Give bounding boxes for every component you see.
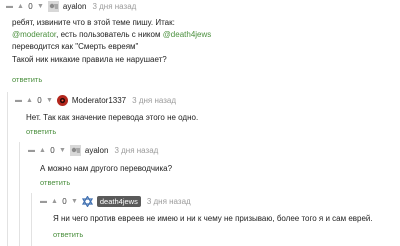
- comment-header: ▬ ▲ 0 ▼ Moderator1337 3 дня назад: [15, 94, 176, 106]
- collapse-icon[interactable]: ▬: [40, 198, 47, 205]
- reply-link[interactable]: ответить: [53, 230, 83, 239]
- comment-text: Нет. Так как значение перевода этого не …: [26, 113, 199, 122]
- comment-text: А можно нам другого переводчика?: [40, 164, 173, 173]
- collapse-icon[interactable]: ▬: [6, 3, 13, 10]
- avatar[interactable]: [69, 144, 81, 156]
- reply-link[interactable]: ответить: [12, 75, 42, 84]
- downvote-arrow-icon[interactable]: ▼: [46, 97, 53, 104]
- reply-link[interactable]: ответить: [26, 127, 56, 136]
- vote-count: 0: [37, 95, 42, 105]
- vote-count: 0: [62, 196, 67, 206]
- vote-count: 0: [28, 1, 33, 11]
- comment-line: ребят, извините что в этой теме пишу. Ит…: [12, 18, 175, 27]
- comment-time[interactable]: 3 дня назад: [92, 2, 136, 11]
- author-name[interactable]: ayalon: [63, 2, 87, 11]
- comment-header: ▬ ▲ 0 ▼ death4jews 3 дня назад: [40, 195, 191, 207]
- upvote-arrow-icon[interactable]: ▲: [51, 198, 58, 205]
- comment-line: переводится как "Смерть евреям": [12, 42, 139, 52]
- avatar[interactable]: [47, 0, 59, 12]
- comment-time[interactable]: 3 дня назад: [132, 96, 176, 105]
- author-name[interactable]: ayalon: [85, 146, 109, 155]
- downvote-arrow-icon[interactable]: ▼: [71, 198, 78, 205]
- comment-line-text: , есть пользователь с ником: [56, 30, 163, 40]
- collapse-icon[interactable]: ▬: [15, 97, 22, 104]
- mention-link[interactable]: @death4jews: [163, 30, 212, 39]
- vote-count: 0: [50, 145, 55, 155]
- comment-text: ребят, извините что в этой теме пишу. Ит…: [12, 17, 211, 66]
- comment-header: ▬ ▲ 0 ▼ ayalon 3 дня назад: [6, 0, 136, 12]
- avatar[interactable]: [81, 195, 93, 207]
- comment-time[interactable]: 3 дня назад: [147, 197, 191, 206]
- comment-header: ▬ ▲ 0 ▼ ayalon 3 дня назад: [28, 144, 158, 156]
- downvote-arrow-icon[interactable]: ▼: [37, 3, 44, 10]
- comment-text: Я ни чего против евреев не имею и ни к ч…: [53, 214, 373, 223]
- avatar[interactable]: [56, 94, 68, 106]
- upvote-arrow-icon[interactable]: ▲: [39, 147, 46, 154]
- author-name[interactable]: death4jews: [96, 195, 141, 207]
- thread-line: [31, 193, 32, 246]
- upvote-arrow-icon[interactable]: ▲: [26, 97, 33, 104]
- comment-line: @moderator, есть пользователь с ником @d…: [12, 29, 211, 41]
- reply-link[interactable]: ответить: [40, 178, 70, 187]
- thread-line: [7, 92, 8, 246]
- comment-time[interactable]: 3 дня назад: [114, 146, 158, 155]
- upvote-arrow-icon[interactable]: ▲: [17, 3, 24, 10]
- comment-line: Такой ник никакие правила не нарушает?: [12, 54, 167, 64]
- thread-line: [19, 142, 20, 246]
- collapse-icon[interactable]: ▬: [28, 147, 35, 154]
- mention-link[interactable]: @moderator: [12, 30, 56, 39]
- downvote-arrow-icon[interactable]: ▼: [59, 147, 66, 154]
- author-name[interactable]: Moderator1337: [72, 96, 126, 105]
